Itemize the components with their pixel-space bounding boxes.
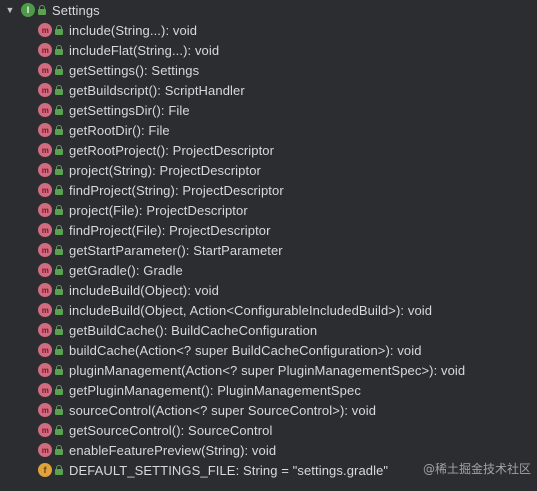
public-lock-icon [55, 185, 63, 195]
public-lock-icon [55, 145, 63, 155]
member-label: project(File): ProjectDescriptor [69, 202, 248, 218]
tree-method-item[interactable]: m getSettings(): Settings [38, 60, 199, 80]
public-lock-icon [55, 65, 63, 75]
public-lock-icon [55, 365, 63, 375]
triangle-down-icon[interactable]: ▼ [4, 0, 16, 20]
field-icon: f [38, 463, 52, 477]
tree-method-item[interactable]: m getSourceControl(): SourceControl [38, 420, 272, 440]
public-lock-icon [55, 85, 63, 95]
public-lock-icon [55, 385, 63, 395]
tree-method-item[interactable]: m getStartParameter(): StartParameter [38, 240, 283, 260]
public-lock-icon [55, 245, 63, 255]
public-lock-icon [55, 325, 63, 335]
member-label: buildCache(Action<? super BuildCacheConf… [69, 342, 422, 358]
tree-method-item[interactable]: m findProject(File): ProjectDescriptor [38, 220, 271, 240]
public-lock-icon [55, 205, 63, 215]
public-lock-icon [55, 445, 63, 455]
method-icon: m [38, 63, 52, 77]
member-label: include(String...): void [69, 22, 198, 38]
member-label: DEFAULT_SETTINGS_FILE: String = "setting… [69, 462, 389, 478]
tree-method-item[interactable]: m project(String): ProjectDescriptor [38, 160, 261, 180]
member-label: pluginManagement(Action<? super PluginMa… [69, 362, 466, 378]
tree-method-item[interactable]: m include(String...): void [38, 20, 197, 40]
tree-field-item[interactable]: f DEFAULT_SETTINGS_FILE: String = "settin… [38, 460, 388, 480]
tree-method-item[interactable]: m getBuildscript(): ScriptHandler [38, 80, 245, 100]
method-icon: m [38, 123, 52, 137]
method-icon: m [38, 403, 52, 417]
member-label: getSourceControl(): SourceControl [69, 422, 273, 438]
method-icon: m [38, 443, 52, 457]
method-icon: m [38, 343, 52, 357]
tree-method-item[interactable]: m getPluginManagement(): PluginManagement… [38, 380, 361, 400]
public-lock-icon [55, 105, 63, 115]
public-lock-icon [55, 25, 63, 35]
member-label: getBuildCache(): BuildCacheConfiguration [69, 322, 318, 338]
public-lock-icon [55, 125, 63, 135]
member-label: getSettings(): Settings [69, 62, 200, 78]
tree-method-item[interactable]: m pluginManagement(Action<? super PluginM… [38, 360, 465, 380]
public-lock-icon [55, 285, 63, 295]
tree-method-item[interactable]: m findProject(String): ProjectDescriptor [38, 180, 284, 200]
tree-method-item[interactable]: m sourceControl(Action<? super SourceCont… [38, 400, 376, 420]
method-icon: m [38, 303, 52, 317]
method-icon: m [38, 323, 52, 337]
method-icon: m [38, 263, 52, 277]
tree-method-item[interactable]: m getBuildCache(): BuildCacheConfiguratio… [38, 320, 317, 340]
tree-method-item[interactable]: m getRootDir(): File [38, 120, 170, 140]
method-icon: m [38, 163, 52, 177]
member-label: getBuildscript(): ScriptHandler [69, 82, 245, 98]
tree-method-item[interactable]: m getRootProject(): ProjectDescriptor [38, 140, 274, 160]
member-label: enableFeaturePreview(String): void [69, 442, 277, 458]
tree-method-item[interactable]: m project(File): ProjectDescriptor [38, 200, 248, 220]
member-label: project(String): ProjectDescriptor [69, 162, 261, 178]
tree-method-item[interactable]: m getSettingsDir(): File [38, 100, 190, 120]
structure-tree: ▼ I Settings m include(String...): void m i… [0, 0, 537, 491]
public-lock-icon [55, 165, 63, 175]
tree-method-item[interactable]: m enableFeaturePreview(String): void [38, 440, 276, 460]
public-lock-icon [55, 465, 63, 475]
member-label: includeBuild(Object, Action<Configurable… [69, 302, 433, 318]
public-lock-icon [55, 345, 63, 355]
method-icon: m [38, 283, 52, 297]
member-label: includeFlat(String...): void [69, 42, 220, 58]
method-icon: m [38, 223, 52, 237]
method-icon: m [38, 363, 52, 377]
watermark-text: @稀土掘金技术社区 [422, 462, 531, 476]
tree-method-item[interactable]: m includeBuild(Object, Action<Configurabl… [38, 300, 432, 320]
method-icon: m [38, 183, 52, 197]
member-label: getStartParameter(): StartParameter [69, 242, 283, 258]
member-label: getRootDir(): File [69, 122, 170, 138]
member-label: includeBuild(Object): void [69, 282, 220, 298]
tree-root-settings[interactable]: ▼ I Settings [4, 0, 100, 20]
public-lock-icon [55, 225, 63, 235]
method-icon: m [38, 143, 52, 157]
tree-root-label: Settings [52, 2, 100, 18]
tree-method-item[interactable]: m includeFlat(String...): void [38, 40, 219, 60]
method-icon: m [38, 423, 52, 437]
member-label: sourceControl(Action<? super SourceContr… [69, 402, 377, 418]
tree-method-item[interactable]: m getGradle(): Gradle [38, 260, 183, 280]
public-lock-icon [55, 45, 63, 55]
method-icon: m [38, 383, 52, 397]
tree-method-item[interactable]: m includeBuild(Object): void [38, 280, 219, 300]
method-icon: m [38, 203, 52, 217]
public-lock-icon [55, 265, 63, 275]
method-icon: m [38, 43, 52, 57]
public-lock-icon [38, 5, 46, 15]
member-label: getGradle(): Gradle [69, 262, 183, 278]
public-lock-icon [55, 425, 63, 435]
method-icon: m [38, 83, 52, 97]
method-icon: m [38, 243, 52, 257]
method-icon: m [38, 23, 52, 37]
member-label: findProject(File): ProjectDescriptor [69, 222, 271, 238]
interface-icon: I [21, 3, 35, 17]
member-label: getPluginManagement(): PluginManagementS… [69, 382, 361, 398]
method-icon: m [38, 103, 52, 117]
member-label: getRootProject(): ProjectDescriptor [69, 142, 275, 158]
public-lock-icon [55, 305, 63, 315]
tree-method-item[interactable]: m buildCache(Action<? super BuildCacheCon… [38, 340, 422, 360]
member-label: getSettingsDir(): File [69, 102, 190, 118]
member-label: findProject(String): ProjectDescriptor [69, 182, 284, 198]
public-lock-icon [55, 405, 63, 415]
